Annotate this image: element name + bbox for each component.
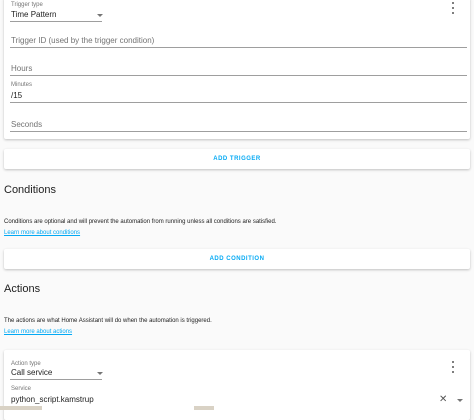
conditions-title: Conditions	[4, 184, 56, 196]
hours-field[interactable]: Hours	[10, 60, 467, 76]
trigger-type-underline	[10, 21, 102, 22]
minutes-underline	[10, 102, 467, 103]
trigger-card: Trigger type Time Pattern Trigger ID (us…	[4, 0, 470, 139]
trigger-id-placeholder: Trigger ID (used by the trigger conditio…	[11, 36, 155, 45]
action-menu-icon[interactable]	[450, 361, 456, 373]
conditions-learn-more-link[interactable]: Learn more about conditions	[4, 230, 80, 236]
conditions-description: Conditions are optional and will prevent…	[4, 219, 277, 225]
bottom-edge-strip	[0, 406, 42, 410]
actions-title: Actions	[4, 283, 41, 295]
close-icon[interactable]: ✕	[439, 395, 447, 405]
action-type-select[interactable]: Call service	[10, 360, 103, 380]
minutes-value: /15	[11, 91, 23, 100]
chevron-down-icon	[97, 372, 103, 375]
chevron-down-icon[interactable]	[457, 399, 463, 402]
seconds-placeholder: Seconds	[11, 120, 43, 129]
seconds-field[interactable]: Seconds	[10, 116, 467, 132]
hours-placeholder: Hours	[11, 64, 33, 73]
trigger-id-underline	[10, 47, 467, 48]
hours-underline	[10, 75, 467, 76]
trigger-id-field[interactable]: Trigger ID (used by the trigger conditio…	[10, 32, 467, 48]
add-trigger-button[interactable]: Add Trigger	[4, 149, 470, 169]
actions-learn-more-link[interactable]: Learn more about actions	[4, 329, 72, 335]
trigger-type-select[interactable]: Time Pattern	[10, 1, 103, 22]
bottom-edge-strip	[194, 406, 214, 410]
add-condition-label: Add Condition	[209, 256, 265, 262]
chevron-down-icon	[97, 14, 103, 17]
action-type-underline	[10, 379, 102, 380]
minutes-field[interactable]: Minutes /15	[10, 81, 467, 103]
trigger-type-value: Time Pattern	[11, 10, 57, 19]
actions-description: The actions are what Home Assistant will…	[4, 318, 212, 324]
add-trigger-label: Add Trigger	[213, 156, 261, 162]
action-type-value: Call service	[11, 368, 53, 377]
service-label: Service	[11, 386, 32, 392]
service-field[interactable]: Service python_script.kamstrup ✕	[10, 385, 467, 407]
trigger-menu-icon[interactable]	[450, 2, 456, 14]
seconds-underline	[10, 131, 467, 132]
add-condition-button[interactable]: Add Condition	[4, 249, 470, 269]
minutes-label: Minutes	[11, 82, 33, 88]
service-value: python_script.kamstrup	[11, 395, 94, 404]
